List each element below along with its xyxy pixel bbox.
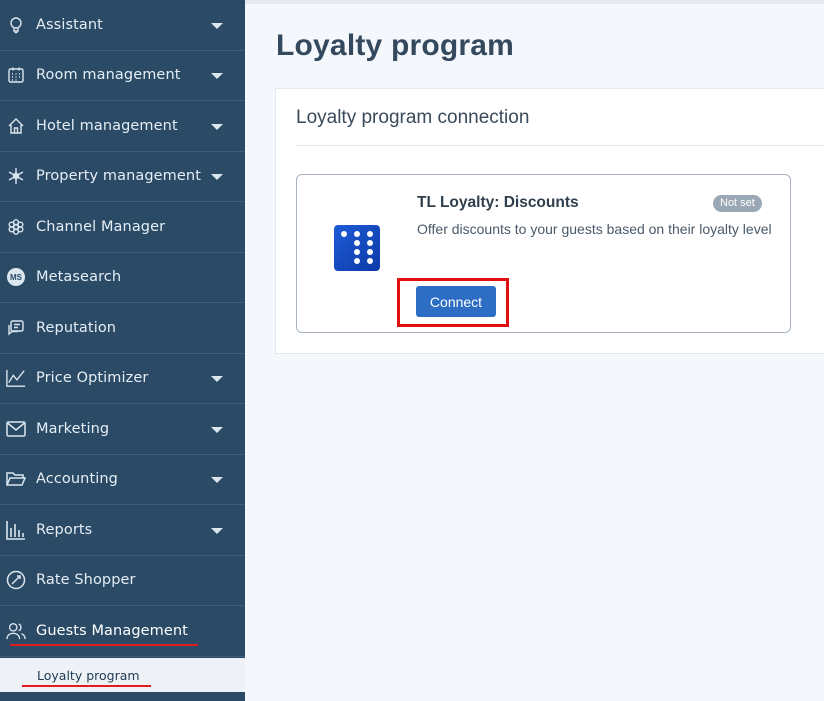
bar-chart-icon	[6, 520, 26, 540]
sidebar-item-reports[interactable]: Reports	[0, 505, 245, 556]
folder-open-icon	[6, 469, 26, 489]
card-title: TL Loyalty: Discounts	[417, 194, 579, 211]
loyalty-logo-icon	[334, 225, 380, 271]
chevron-down-icon[interactable]	[211, 123, 223, 130]
flower-icon	[6, 217, 26, 237]
svg-text:MS: MS	[10, 273, 23, 282]
ms-badge-icon: MS	[6, 267, 26, 287]
integration-card: TL Loyalty: Discounts Not set Offer disc…	[296, 174, 791, 333]
page-title: Loyalty program	[276, 29, 515, 62]
sidebar-item-label: Channel Manager	[36, 218, 166, 235]
chevron-down-icon[interactable]	[211, 73, 223, 80]
sidebar-item-label: Reputation	[36, 319, 117, 336]
sidebar-item-label: Guests Management	[36, 622, 188, 639]
house-icon	[6, 116, 26, 136]
gauge-icon	[6, 570, 26, 590]
annotation-underline	[10, 644, 198, 646]
sidebar-item-label: Reports	[36, 521, 93, 538]
sidebar-item-label: Marketing	[36, 420, 110, 437]
chevron-down-icon[interactable]	[211, 527, 223, 534]
chevron-down-icon[interactable]	[211, 477, 223, 484]
divider	[296, 145, 824, 146]
sidebar-item-marketing[interactable]: Marketing	[0, 404, 245, 455]
card-description: Offer discounts to your guests based on …	[417, 221, 772, 237]
section-title: Loyalty program connection	[296, 107, 530, 128]
sidebar-item-room-management[interactable]: Room management	[0, 51, 245, 101]
chevron-down-icon[interactable]	[211, 174, 223, 181]
sidebar-item-rate-shopper[interactable]: Rate Shopper	[0, 556, 245, 606]
annotation-highlight-box	[397, 278, 509, 327]
sidebar-subitem-label: Loyalty program	[37, 667, 140, 683]
sidebar-item-label: Assistant	[36, 16, 103, 33]
envelope-icon	[6, 419, 26, 439]
sidebar-item-accounting[interactable]: Accounting	[0, 455, 245, 505]
status-badge: Not set	[713, 195, 762, 212]
annotation-underline	[22, 685, 151, 687]
sidebar-item-metasearch[interactable]: MS Metasearch	[0, 253, 245, 303]
snowflake-icon	[6, 166, 26, 186]
sidebar-item-label: Price Optimizer	[36, 370, 149, 387]
sidebar-item-label: Hotel management	[36, 117, 178, 134]
chat-bubble-icon	[6, 318, 26, 338]
sidebar-item-assistant[interactable]: Assistant	[0, 0, 245, 51]
line-chart-icon	[6, 368, 26, 388]
sidebar: Assistant Room management Hotel manageme…	[0, 0, 245, 701]
sidebar-item-label: Rate Shopper	[36, 572, 136, 589]
lightbulb-icon	[6, 15, 26, 35]
chevron-down-icon[interactable]	[211, 426, 223, 433]
sidebar-item-price-optimizer[interactable]: Price Optimizer	[0, 354, 245, 404]
sidebar-item-property-management[interactable]: Property management	[0, 152, 245, 202]
chevron-down-icon[interactable]	[211, 376, 223, 383]
sidebar-item-channel-manager[interactable]: Channel Manager	[0, 202, 245, 253]
sidebar-item-label: Metasearch	[36, 269, 122, 286]
top-bar	[245, 0, 824, 4]
sidebar-item-guests-management[interactable]: Guests Management	[0, 606, 245, 657]
chevron-down-icon[interactable]	[211, 22, 223, 29]
sidebar-item-label: Room management	[36, 67, 181, 84]
sidebar-item-reputation[interactable]: Reputation	[0, 303, 245, 354]
sidebar-item-hotel-management[interactable]: Hotel management	[0, 101, 245, 152]
calendar-grid-icon	[6, 65, 26, 85]
sidebar-item-label: Property management	[36, 168, 201, 185]
sidebar-item-label: Accounting	[36, 471, 118, 488]
users-icon	[6, 621, 26, 641]
